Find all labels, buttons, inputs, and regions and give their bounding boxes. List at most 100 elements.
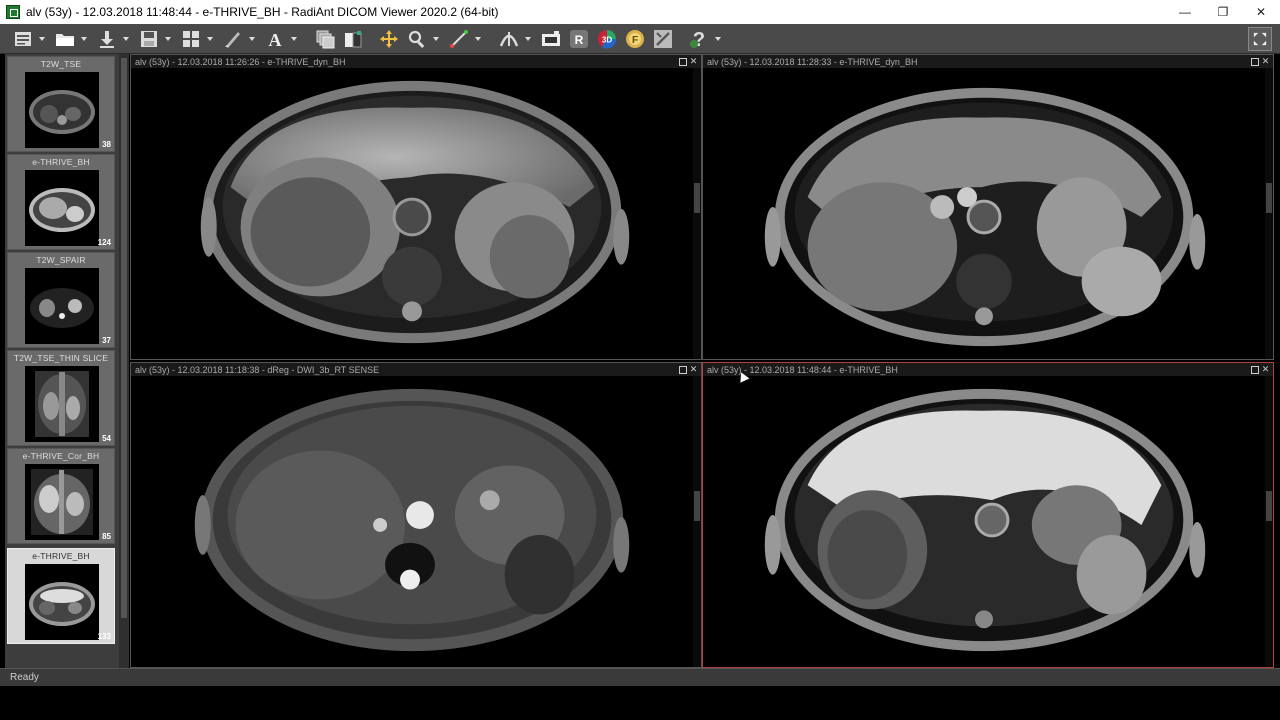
series-stack-icon[interactable] <box>312 26 338 52</box>
window-level-icon[interactable] <box>340 26 366 52</box>
close-viewport-icon[interactable]: ✕ <box>688 56 699 67</box>
series-thumbnail-t2w-tse-thin-slice[interactable]: T2W_TSE_THIN SLICE 54 <box>7 350 115 446</box>
mri-image[interactable] <box>703 68 1265 359</box>
title-bar: alv (53y) - 12.03.2018 11:48:44 - e-THRI… <box>0 0 1280 24</box>
svg-text:A: A <box>269 30 282 50</box>
3d-cursor-dropdown-icon[interactable] <box>524 26 532 52</box>
maximize-viewport-icon[interactable] <box>677 364 688 375</box>
fusion-icon[interactable]: F <box>622 26 648 52</box>
save-dropdown-icon[interactable] <box>164 26 172 52</box>
series-image-count: 38 <box>102 140 111 149</box>
open-dropdown-icon[interactable] <box>80 26 88 52</box>
series-label: T2W_TSE <box>40 59 82 69</box>
series-thumbnail-e-thrive-bh-1[interactable]: e-THRIVE_BH 124 <box>7 154 115 250</box>
close-icon[interactable]: ✕ <box>1242 0 1280 24</box>
series-panel: T2W_TSE 38 e-THRIVE_BH 124 T2W_SPAIR 37 … <box>5 54 129 668</box>
series-image-count: 37 <box>102 336 111 345</box>
close-viewport-icon[interactable]: ✕ <box>688 364 699 375</box>
3d-icon[interactable]: 3D <box>594 26 620 52</box>
series-thumbnail-image <box>25 268 99 344</box>
viewport-bottom-left[interactable]: alv (53y) - 12.03.2018 11:18:38 - dReg -… <box>130 362 702 668</box>
text-icon[interactable]: A <box>262 26 288 52</box>
viewport-title: alv (53y) - 12.03.2018 11:28:33 - e-THRI… <box>707 56 918 67</box>
series-label: e-THRIVE_BH <box>32 157 90 167</box>
series-image-count: 124 <box>97 238 111 247</box>
mri-image[interactable] <box>131 68 693 359</box>
svg-text:3D: 3D <box>602 35 612 44</box>
status-bar: Ready <box>0 668 1280 686</box>
svg-text:R: R <box>575 33 584 47</box>
series-thumbnail-e-thrive-bh-active[interactable]: e-THRIVE_BH 133 <box>7 548 115 644</box>
help-dropdown-icon[interactable] <box>714 26 722 52</box>
viewport-scrollbar[interactable] <box>693 68 701 359</box>
viewport-scrollbar[interactable] <box>693 376 701 667</box>
close-viewport-icon[interactable]: ✕ <box>1260 56 1271 67</box>
viewport-header: alv (53y) - 12.03.2018 11:28:33 - e-THRI… <box>703 55 1273 68</box>
series-image-count: 54 <box>102 434 111 443</box>
series-thumbnail-image <box>25 564 99 640</box>
maximize-viewport-icon[interactable] <box>1249 56 1260 67</box>
viewport-title: alv (53y) - 12.03.2018 11:18:38 - dReg -… <box>135 364 380 375</box>
svg-text:F: F <box>632 35 638 46</box>
viewport-top-left[interactable]: alv (53y) - 12.03.2018 11:26:26 - e-THRI… <box>130 54 702 360</box>
series-label: e-THRIVE_BH <box>32 551 90 561</box>
zoom-icon[interactable] <box>404 26 430 52</box>
viewport-top-right[interactable]: alv (53y) - 12.03.2018 11:28:33 - e-THRI… <box>702 54 1274 360</box>
viewport-bottom-right[interactable]: alv (53y) - 12.03.2018 11:48:44 - e-THRI… <box>702 362 1274 668</box>
mri-image[interactable] <box>131 376 693 667</box>
series-label: e-THRIVE_Cor_BH <box>22 451 100 461</box>
maximize-viewport-icon[interactable] <box>1249 364 1260 375</box>
series-thumbnail-e-thrive-cor-bh[interactable]: e-THRIVE_Cor_BH 85 <box>7 448 115 544</box>
series-panel-scrollbar[interactable] <box>119 54 129 668</box>
save-icon[interactable] <box>136 26 162 52</box>
series-image-count: 85 <box>102 532 111 541</box>
fullscreen-icon[interactable] <box>1248 27 1272 51</box>
download-dropdown-icon[interactable] <box>122 26 130 52</box>
close-viewport-icon[interactable]: ✕ <box>1260 364 1271 375</box>
series-image-count: 133 <box>97 632 111 641</box>
status-text: Ready <box>10 672 39 683</box>
measure-icon[interactable] <box>446 26 472 52</box>
viewport-scrollbar[interactable] <box>1265 68 1273 359</box>
menu-icon[interactable] <box>10 26 36 52</box>
layout-icon[interactable] <box>178 26 204 52</box>
zoom-dropdown-icon[interactable] <box>432 26 440 52</box>
viewport-title: alv (53y) - 12.03.2018 11:48:44 - e-THRI… <box>707 364 898 375</box>
measure-dropdown-icon[interactable] <box>474 26 482 52</box>
viewport-header: alv (53y) - 12.03.2018 11:26:26 - e-THRI… <box>131 55 701 68</box>
minimize-icon[interactable]: — <box>1166 0 1204 24</box>
pan-icon[interactable] <box>376 26 402 52</box>
window-controls: — ❐ ✕ <box>1166 0 1280 24</box>
layout-dropdown-icon[interactable] <box>206 26 214 52</box>
viewport-scrollbar[interactable] <box>1265 376 1273 667</box>
viewport-title: alv (53y) - 12.03.2018 11:26:26 - e-THRI… <box>135 56 346 67</box>
bottom-margin <box>0 686 1280 720</box>
screenshot-icon[interactable] <box>538 26 564 52</box>
3d-cursor-icon[interactable] <box>496 26 522 52</box>
settings-icon[interactable] <box>650 26 676 52</box>
download-icon[interactable] <box>94 26 120 52</box>
help-icon[interactable]: ? <box>686 26 712 52</box>
series-thumbnail-image <box>25 366 99 442</box>
viewport-header: alv (53y) - 12.03.2018 11:18:38 - dReg -… <box>131 363 701 376</box>
maximize-icon[interactable]: ❐ <box>1204 0 1242 24</box>
mri-image[interactable] <box>703 376 1265 667</box>
series-thumbnail-t2w-spair[interactable]: T2W_SPAIR 37 <box>7 252 115 348</box>
series-thumbnail-image <box>25 72 99 148</box>
series-thumbnail-image <box>25 170 99 246</box>
text-dropdown-icon[interactable] <box>290 26 298 52</box>
viewport-header: alv (53y) - 12.03.2018 11:48:44 - e-THRI… <box>703 363 1273 376</box>
toolbar: A R 3D F ? <box>0 24 1280 54</box>
annotate-dropdown-icon[interactable] <box>248 26 256 52</box>
open-folder-icon[interactable] <box>52 26 78 52</box>
menu-dropdown-icon[interactable] <box>38 26 46 52</box>
series-label: T2W_SPAIR <box>36 255 86 265</box>
window-title: alv (53y) - 12.03.2018 11:48:44 - e-THRI… <box>26 5 499 19</box>
annotate-icon[interactable] <box>220 26 246 52</box>
series-thumbnail-image <box>25 464 99 540</box>
series-thumbnail-t2w-tse[interactable]: T2W_TSE 38 <box>7 56 115 152</box>
mpr-icon[interactable]: R <box>566 26 592 52</box>
series-label: T2W_TSE_THIN SLICE <box>13 353 109 363</box>
app-icon <box>6 5 20 19</box>
maximize-viewport-icon[interactable] <box>677 56 688 67</box>
